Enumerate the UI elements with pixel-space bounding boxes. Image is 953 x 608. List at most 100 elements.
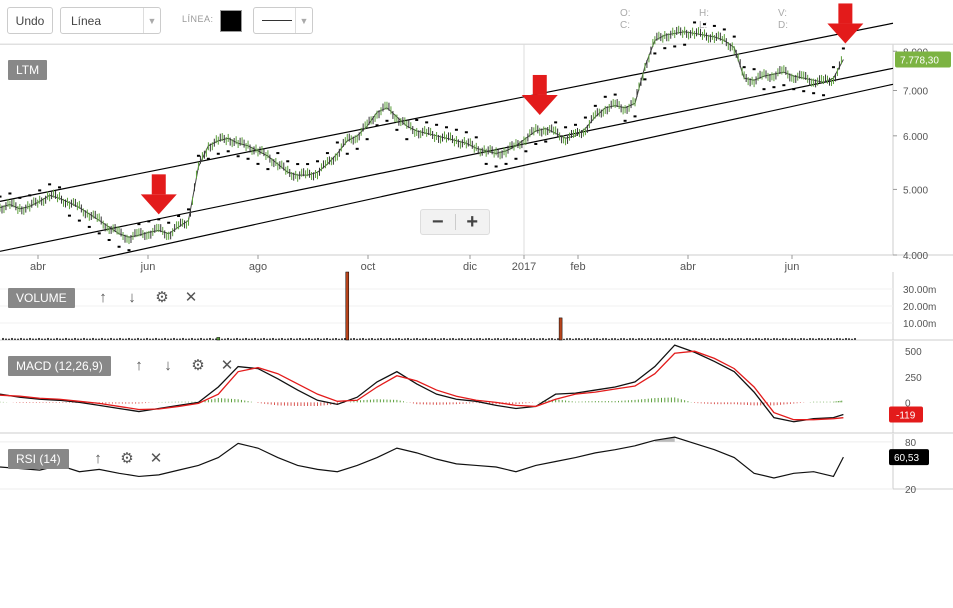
sar-dot [157, 218, 161, 221]
volume-bar [374, 338, 376, 340]
volume-bar [389, 338, 391, 340]
volume-bar [470, 338, 472, 340]
sar-dot [296, 163, 300, 166]
zoom-control: − + [420, 209, 490, 235]
volume-bar [404, 338, 406, 340]
sar-dot [425, 121, 429, 124]
zoom-out-icon[interactable]: − [421, 210, 455, 234]
sar-dot [593, 104, 597, 107]
rsi-panel-label[interactable]: RSI (14) [8, 449, 69, 469]
volume-bar [17, 338, 19, 340]
sar-dot [355, 147, 359, 150]
volume-bar [632, 338, 634, 340]
volume-bar [365, 338, 367, 340]
sar-dot [812, 92, 816, 95]
volume-bar [476, 338, 478, 340]
volume-bar [803, 338, 805, 340]
volume-bar [509, 338, 511, 340]
volume-bar [704, 338, 706, 340]
sar-dot [67, 214, 71, 217]
volume-bar [641, 338, 643, 340]
volume-bar [608, 338, 610, 340]
gear-icon[interactable]: ⚙ [119, 451, 135, 467]
arrow-up-icon[interactable]: ↑ [90, 451, 106, 467]
volume-bar [524, 338, 526, 340]
volume-bar [758, 338, 760, 340]
sar-dot [87, 225, 91, 228]
close-icon[interactable]: ✕ [219, 358, 235, 374]
x-tick-label: jun [140, 261, 156, 273]
macd-panel-label[interactable]: MACD (12,26,9) [8, 356, 111, 376]
volume-bar [695, 338, 697, 340]
volume-bar [467, 338, 469, 340]
sar-dot [226, 150, 230, 153]
sar-dot [117, 245, 121, 248]
volume-bar [674, 338, 676, 340]
volume-bar [461, 338, 463, 340]
volume-bar [101, 337, 103, 340]
volume-bar [530, 338, 532, 340]
volume-bar [707, 338, 709, 340]
rsi-tick-label: 80 [905, 438, 917, 449]
volume-bar [764, 338, 766, 340]
volume-bar [32, 338, 34, 340]
volume-bar [455, 338, 457, 340]
volume-bar [413, 338, 415, 340]
volume-bar [809, 338, 811, 340]
volume-bar [68, 338, 70, 340]
volume-bar [638, 338, 640, 340]
volume-bar [776, 338, 778, 340]
gear-icon[interactable]: ⚙ [154, 290, 170, 306]
volume-bar [815, 338, 817, 340]
volume-bar [5, 338, 7, 340]
sar-dot [831, 66, 835, 69]
volume-bar [83, 337, 85, 340]
sar-dot [196, 154, 200, 157]
volume-tick-label: 10.00m [903, 319, 936, 330]
volume-bar [623, 338, 625, 340]
close-icon[interactable]: ✕ [148, 451, 164, 467]
volume-bar [260, 338, 262, 340]
volume-bar [584, 338, 586, 340]
sar-dot [206, 157, 210, 160]
zoom-in-icon[interactable]: + [456, 210, 490, 234]
stock-chart[interactable]: 4.0005.0006.0007.0008.0007.778,30abrjuna… [0, 0, 953, 608]
volume-bar [587, 338, 589, 340]
volume-bar [473, 338, 475, 340]
volume-bar [506, 338, 508, 340]
close-icon[interactable]: ✕ [183, 290, 199, 306]
arrow-up-icon[interactable]: ↑ [95, 290, 111, 306]
volume-bar [179, 338, 181, 340]
volume-bar [602, 338, 604, 340]
volume-bar [629, 338, 631, 340]
gear-icon[interactable]: ⚙ [190, 358, 206, 374]
volume-bar [488, 338, 490, 340]
volume-bar [437, 338, 439, 340]
main-panel-label[interactable]: LTM [8, 60, 48, 80]
sar-dot [633, 115, 637, 118]
volume-bar [521, 338, 523, 340]
volume-bar [842, 338, 844, 340]
volume-bar [185, 338, 187, 340]
arrow-up-icon[interactable]: ↑ [131, 358, 147, 374]
sar-dot [742, 66, 746, 69]
arrow-down-icon[interactable]: ↓ [160, 358, 176, 374]
volume-bar [134, 338, 136, 340]
x-tick-label: ago [249, 261, 267, 273]
volume-bar [167, 338, 169, 340]
volume-bar [281, 337, 283, 340]
volume-bar [665, 338, 667, 340]
volume-bar [497, 338, 499, 340]
arrow-down-icon[interactable]: ↓ [124, 290, 140, 306]
volume-bar [527, 338, 529, 340]
rsi-tick-label: 20 [905, 485, 917, 496]
volume-panel-label[interactable]: VOLUME [8, 288, 75, 308]
volume-bar [797, 338, 799, 340]
x-tick-label: jun [784, 261, 800, 273]
x-tick-label: feb [570, 261, 585, 273]
volume-bar [434, 338, 436, 340]
volume-bar [518, 338, 520, 340]
volume-bar [710, 338, 712, 340]
sar-dot [653, 52, 657, 55]
sar-dot [454, 128, 458, 131]
